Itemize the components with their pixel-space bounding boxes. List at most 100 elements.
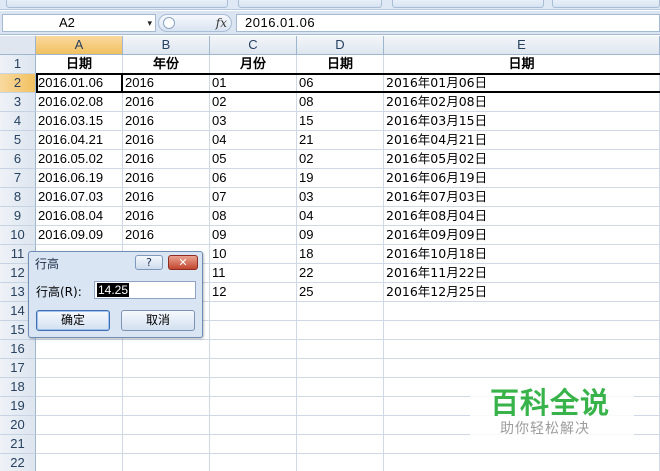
cell-a8[interactable]: 2016.07.03 — [36, 188, 123, 207]
cell-e15[interactable] — [384, 321, 660, 340]
cell-a10[interactable]: 2016.09.09 — [36, 226, 123, 245]
cell-a18[interactable] — [36, 378, 123, 397]
cell-b10[interactable]: 2016 — [123, 226, 210, 245]
ribbon-button[interactable] — [6, 0, 228, 8]
cell-a21[interactable] — [36, 435, 123, 454]
cell-d8[interactable]: 03 — [297, 188, 384, 207]
cell-c7[interactable]: 06 — [210, 169, 297, 188]
column-header-c[interactable]: C — [210, 36, 297, 55]
row-header-22[interactable]: 22 — [0, 454, 36, 471]
cell-b4[interactable]: 2016 — [123, 112, 210, 131]
cell-d1[interactable]: 日期 — [297, 55, 384, 74]
row-header-9[interactable]: 9 — [0, 207, 36, 226]
cell-a22[interactable] — [36, 454, 123, 471]
formula-input[interactable]: 2016.01.06 — [236, 14, 660, 32]
cell-b9[interactable]: 2016 — [123, 207, 210, 226]
cell-c3[interactable]: 02 — [210, 93, 297, 112]
cell-d15[interactable] — [297, 321, 384, 340]
cancel-button[interactable]: 取消 — [121, 310, 195, 331]
column-header-e[interactable]: E — [384, 36, 660, 55]
cell-b20[interactable] — [123, 416, 210, 435]
cell-e17[interactable] — [384, 359, 660, 378]
cell-d16[interactable] — [297, 340, 384, 359]
cell-d5[interactable]: 21 — [297, 131, 384, 150]
row-header-1[interactable]: 1 — [0, 55, 36, 74]
cell-c11[interactable]: 10 — [210, 245, 297, 264]
cell-e9[interactable]: 2016年08月04日 — [384, 207, 660, 226]
cell-b22[interactable] — [123, 454, 210, 471]
cell-d18[interactable] — [297, 378, 384, 397]
cell-b19[interactable] — [123, 397, 210, 416]
cell-e2[interactable]: 2016年01月06日 — [384, 74, 660, 93]
cell-a4[interactable]: 2016.03.15 — [36, 112, 123, 131]
cell-d20[interactable] — [297, 416, 384, 435]
cell-c13[interactable]: 12 — [210, 283, 297, 302]
cell-e1[interactable]: 日期 — [384, 55, 660, 74]
cell-d22[interactable] — [297, 454, 384, 471]
cell-c15[interactable] — [210, 321, 297, 340]
cell-d17[interactable] — [297, 359, 384, 378]
cell-a2[interactable]: 2016.01.06 — [36, 74, 123, 93]
cell-e5[interactable]: 2016年04月21日 — [384, 131, 660, 150]
select-all-corner[interactable] — [0, 36, 36, 55]
cell-c4[interactable]: 03 — [210, 112, 297, 131]
cell-c10[interactable]: 09 — [210, 226, 297, 245]
cell-e14[interactable] — [384, 302, 660, 321]
cell-e4[interactable]: 2016年03月15日 — [384, 112, 660, 131]
cell-d7[interactable]: 19 — [297, 169, 384, 188]
cell-a9[interactable]: 2016.08.04 — [36, 207, 123, 226]
cell-a17[interactable] — [36, 359, 123, 378]
cell-d12[interactable]: 22 — [297, 264, 384, 283]
cell-b2[interactable]: 2016 — [123, 74, 210, 93]
cell-e13[interactable]: 2016年12月25日 — [384, 283, 660, 302]
row-header-19[interactable]: 19 — [0, 397, 36, 416]
cell-b5[interactable]: 2016 — [123, 131, 210, 150]
cell-c5[interactable]: 04 — [210, 131, 297, 150]
close-button[interactable]: ✕ — [168, 255, 198, 270]
cell-e7[interactable]: 2016年06月19日 — [384, 169, 660, 188]
cell-c18[interactable] — [210, 378, 297, 397]
cell-c8[interactable]: 07 — [210, 188, 297, 207]
cell-a19[interactable] — [36, 397, 123, 416]
row-header-3[interactable]: 3 — [0, 93, 36, 112]
help-button[interactable]: ? — [135, 255, 163, 270]
cell-d2[interactable]: 06 — [297, 74, 384, 93]
cell-c22[interactable] — [210, 454, 297, 471]
cell-c17[interactable] — [210, 359, 297, 378]
cell-c1[interactable]: 月份 — [210, 55, 297, 74]
ribbon-button[interactable] — [238, 0, 382, 8]
cell-c9[interactable]: 08 — [210, 207, 297, 226]
cell-e12[interactable]: 2016年11月22日 — [384, 264, 660, 283]
cell-a6[interactable]: 2016.05.02 — [36, 150, 123, 169]
cell-c12[interactable]: 11 — [210, 264, 297, 283]
cell-b18[interactable] — [123, 378, 210, 397]
row-header-20[interactable]: 20 — [0, 416, 36, 435]
cell-b1[interactable]: 年份 — [123, 55, 210, 74]
cell-c14[interactable] — [210, 302, 297, 321]
cell-b21[interactable] — [123, 435, 210, 454]
cell-b3[interactable]: 2016 — [123, 93, 210, 112]
row-header-6[interactable]: 6 — [0, 150, 36, 169]
cell-d6[interactable]: 02 — [297, 150, 384, 169]
row-header-2[interactable]: 2 — [0, 74, 36, 93]
cell-b8[interactable]: 2016 — [123, 188, 210, 207]
chevron-down-icon[interactable]: ▾ — [147, 15, 152, 31]
cell-d21[interactable] — [297, 435, 384, 454]
row-header-8[interactable]: 8 — [0, 188, 36, 207]
row-header-7[interactable]: 7 — [0, 169, 36, 188]
row-header-16[interactable]: 16 — [0, 340, 36, 359]
cell-c20[interactable] — [210, 416, 297, 435]
ribbon-button[interactable] — [552, 0, 660, 8]
cell-c6[interactable]: 05 — [210, 150, 297, 169]
cell-e11[interactable]: 2016年10月18日 — [384, 245, 660, 264]
cell-d9[interactable]: 04 — [297, 207, 384, 226]
cell-a1[interactable]: 日期 — [36, 55, 123, 74]
cell-a20[interactable] — [36, 416, 123, 435]
circle-handle-icon[interactable] — [163, 17, 175, 29]
column-header-a[interactable]: A — [36, 36, 123, 55]
cell-e22[interactable] — [384, 454, 660, 471]
cell-c2[interactable]: 01 — [210, 74, 297, 93]
cell-b7[interactable]: 2016 — [123, 169, 210, 188]
cell-e6[interactable]: 2016年05月02日 — [384, 150, 660, 169]
ok-button[interactable]: 确定 — [36, 310, 110, 331]
